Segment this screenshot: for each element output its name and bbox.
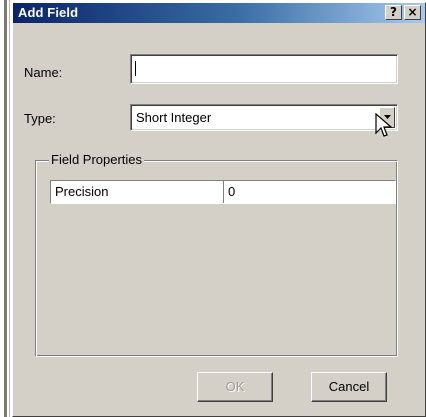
mouse-pointer-icon	[375, 113, 393, 137]
add-field-dialog: Add Field ? × Name: Type: Short Integer …	[12, 2, 426, 417]
title-bar[interactable]: Add Field ? ×	[13, 3, 425, 23]
precision-property-label: Precision	[51, 181, 224, 203]
name-label: Name:	[24, 65, 63, 80]
close-button[interactable]: ×	[404, 5, 421, 20]
precision-value-cell[interactable]: 0	[224, 181, 395, 203]
cancel-button[interactable]: Cancel	[311, 372, 387, 402]
field-properties-legend: Field Properties	[49, 152, 145, 167]
ok-button[interactable]: OK	[197, 372, 273, 402]
text-caret	[135, 61, 136, 76]
type-selected-value: Short Integer	[136, 110, 212, 125]
name-input[interactable]	[130, 54, 398, 84]
type-select[interactable]: Short Integer	[130, 104, 398, 131]
help-button[interactable]: ?	[385, 5, 402, 20]
properties-grid: Precision 0	[50, 180, 396, 204]
background-window-edge	[0, 0, 10, 417]
dialog-title: Add Field	[18, 5, 79, 20]
type-label: Type:	[24, 111, 56, 126]
